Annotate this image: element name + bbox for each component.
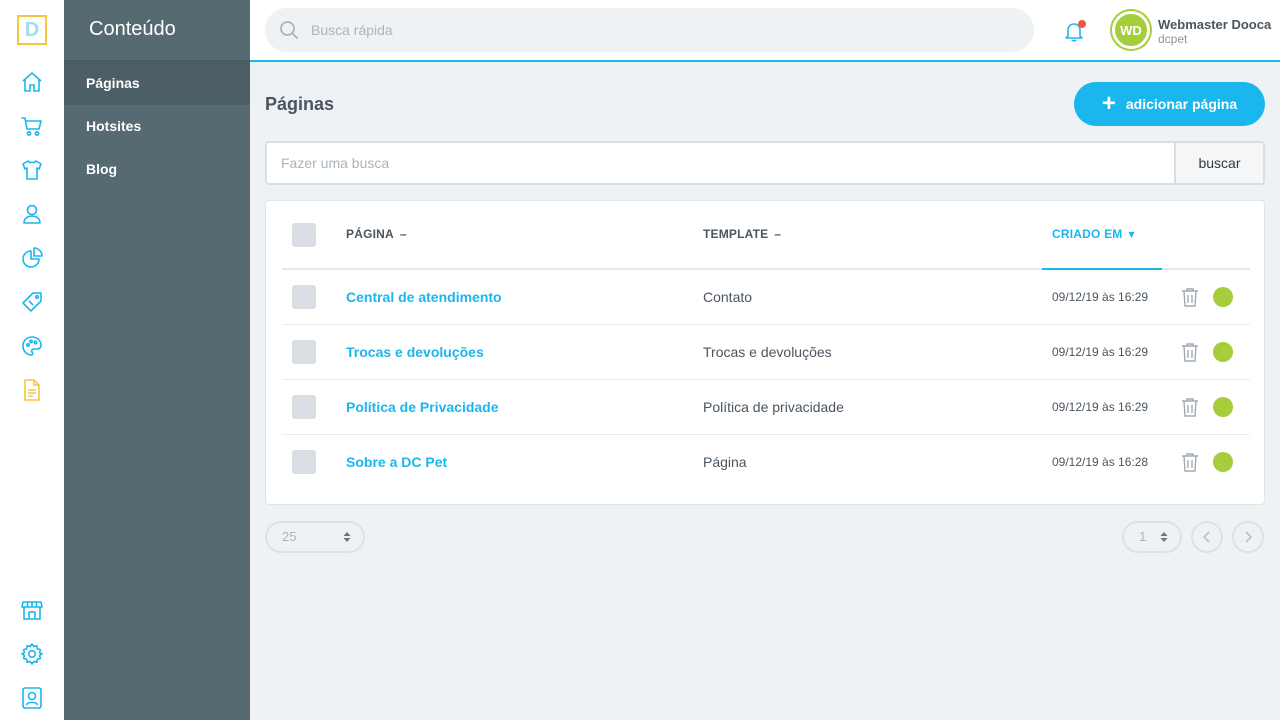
top-bar: WD Webmaster Dooca dcpet: [250, 0, 1280, 62]
logo-letter: D: [24, 18, 40, 41]
template-name: Contato: [703, 289, 753, 305]
home-icon[interactable]: [20, 70, 44, 94]
per-page-select[interactable]: 25: [265, 521, 365, 553]
sidebar-item-paginas[interactable]: Páginas: [64, 62, 250, 105]
template-name: Política de privacidade: [703, 399, 844, 415]
chevron-right-icon: [1245, 531, 1253, 543]
page-number-value: 1: [1139, 529, 1147, 544]
column-label: TEMPLATE: [703, 227, 769, 241]
sort-caret-icon: ▾: [1128, 227, 1135, 241]
account-icon[interactable]: [20, 686, 44, 710]
notifications-button[interactable]: [1062, 19, 1086, 43]
sidebar-item-blog[interactable]: Blog: [64, 148, 250, 191]
sidebar-title: Conteúdo: [89, 18, 176, 40]
customer-icon[interactable]: [20, 202, 44, 226]
search-icon: [280, 21, 298, 39]
table-row: Política de Privacidade Política de priv…: [282, 380, 1250, 435]
page-link[interactable]: Política de Privacidade: [346, 399, 499, 415]
template-name: Página: [703, 454, 747, 470]
chevron-left-icon: [1202, 531, 1210, 543]
column-criado-em[interactable]: CRIADO EM ▾: [1052, 227, 1135, 241]
row-checkbox[interactable]: [292, 450, 316, 474]
page-title: Páginas: [265, 94, 335, 114]
add-page-label: adicionar página: [1125, 96, 1238, 112]
sort-indicator: –: [774, 227, 782, 241]
trash-icon[interactable]: [1179, 396, 1201, 418]
trash-icon[interactable]: [1179, 286, 1201, 308]
column-label: CRIADO EM: [1052, 227, 1123, 241]
column-pagina[interactable]: PÁGINA –: [346, 227, 407, 241]
created-date: 09/12/19 às 16:29: [1052, 290, 1149, 304]
sort-indicator: –: [399, 227, 407, 241]
dooca-logo[interactable]: D: [17, 15, 47, 45]
select-all-checkbox[interactable]: [292, 223, 316, 247]
store-icon[interactable]: [20, 598, 44, 622]
row-checkbox[interactable]: [292, 395, 316, 419]
column-label: PÁGINA: [346, 227, 394, 241]
table-row: Trocas e devoluções Trocas e devoluções …: [282, 325, 1250, 380]
table-row: Central de atendimento Contato 09/12/19 …: [282, 270, 1250, 325]
trash-icon[interactable]: [1179, 451, 1201, 473]
reports-icon[interactable]: [20, 246, 44, 270]
content-sidebar: Conteúdo Páginas Hotsites Blog: [64, 0, 250, 720]
page-link[interactable]: Central de atendimento: [346, 289, 502, 305]
trash-icon[interactable]: [1179, 341, 1201, 363]
column-template[interactable]: TEMPLATE –: [703, 227, 781, 241]
status-active-toggle[interactable]: [1213, 452, 1233, 472]
quick-search-input[interactable]: [311, 8, 1011, 52]
content-document-icon[interactable]: [20, 378, 44, 402]
table-header: PÁGINA – TEMPLATE – CRIADO EM ▾: [282, 201, 1250, 270]
template-name: Trocas e devoluções: [703, 344, 832, 360]
created-date: 09/12/19 às 16:29: [1052, 400, 1149, 414]
store-name: dcpet: [1158, 32, 1188, 46]
user-avatar[interactable]: WD: [1112, 11, 1150, 49]
icon-rail: D: [0, 0, 64, 720]
sidebar-item-hotsites[interactable]: Hotsites: [64, 105, 250, 148]
pages-table: PÁGINA – TEMPLATE – CRIADO EM ▾ Central de …: [265, 200, 1265, 505]
row-checkbox[interactable]: [292, 285, 316, 309]
promotions-icon[interactable]: [20, 290, 44, 314]
page-link[interactable]: Sobre a DC Pet: [346, 454, 447, 470]
page-number-select[interactable]: 1: [1122, 521, 1182, 553]
quick-search: [265, 8, 1034, 52]
filter-search-input[interactable]: [281, 143, 1161, 183]
status-active-toggle[interactable]: [1213, 397, 1233, 417]
cart-icon[interactable]: [20, 114, 44, 138]
per-page-value: 25: [282, 529, 297, 544]
select-caret-icon: [1160, 532, 1168, 542]
theme-palette-icon[interactable]: [20, 334, 44, 358]
next-page-button[interactable]: [1232, 521, 1264, 553]
search-button[interactable]: buscar: [1174, 143, 1263, 183]
previous-page-button[interactable]: [1191, 521, 1223, 553]
status-active-toggle[interactable]: [1213, 342, 1233, 362]
page-filter: buscar: [265, 141, 1265, 185]
notification-dot: [1078, 20, 1086, 28]
created-date: 09/12/19 às 16:28: [1052, 455, 1149, 469]
settings-gear-icon[interactable]: [20, 642, 44, 666]
page-link[interactable]: Trocas e devoluções: [346, 344, 484, 360]
status-active-toggle[interactable]: [1213, 287, 1233, 307]
created-date: 09/12/19 às 16:29: [1052, 345, 1149, 359]
user-name[interactable]: Webmaster Dooca: [1158, 17, 1271, 32]
row-checkbox[interactable]: [292, 340, 316, 364]
select-caret-icon: [343, 532, 351, 542]
table-row: Sobre a DC Pet Página 09/12/19 às 16:28: [282, 435, 1250, 490]
shirt-icon[interactable]: [20, 158, 44, 182]
add-page-button[interactable]: + adicionar página: [1074, 82, 1265, 126]
plus-icon: +: [1101, 90, 1116, 117]
